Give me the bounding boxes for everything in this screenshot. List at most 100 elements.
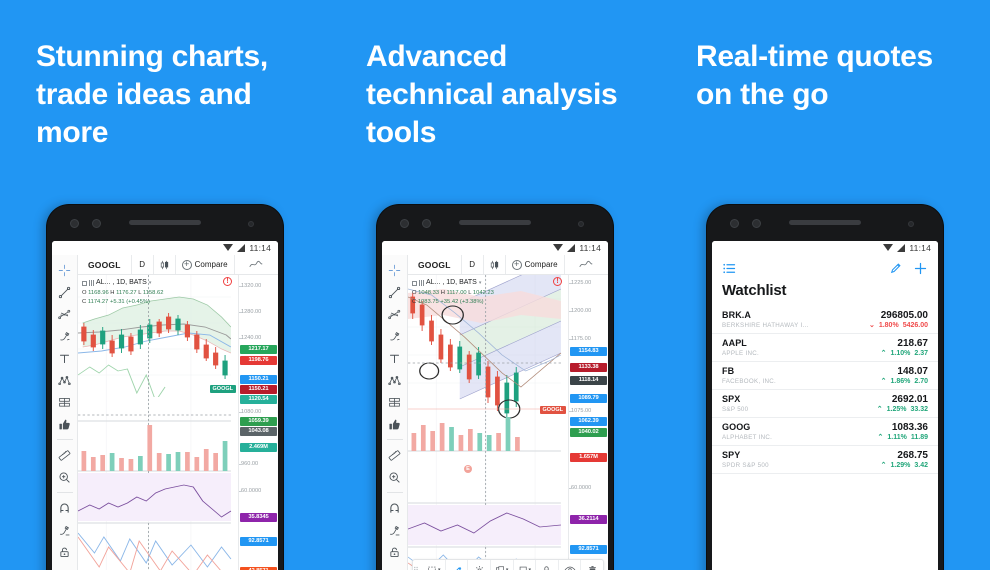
list-item[interactable]: AAPL 218.67 APPLE INC. ⌃ 1.10% 2.37: [712, 334, 938, 362]
arrow-down-icon: ⌄: [868, 322, 875, 329]
chart-canvas-1[interactable]: GOOGL D + Compare AL... , 1D, BATS ▾ O 1…: [78, 255, 278, 570]
magnet-icon[interactable]: [54, 498, 76, 518]
text-icon[interactable]: [54, 348, 76, 368]
watchlist-rows[interactable]: BRK.A 296805.00 BERKSHIRE HATHAWAY I... …: [712, 306, 938, 570]
list-item[interactable]: SPX 2692.01 S&P 500 ⌃ 1.25% 33.32: [712, 390, 938, 418]
chart-1-symbol-flag: GOOGL: [209, 385, 236, 393]
earnings-marker[interactable]: E: [464, 465, 472, 473]
brush-icon[interactable]: [384, 326, 406, 346]
ticker-symbol: BRK.A: [722, 310, 751, 320]
long-position-icon[interactable]: [384, 392, 406, 412]
change-percent: 1.11%: [887, 434, 907, 441]
crosshair-icon[interactable]: [54, 260, 76, 280]
change-indicator: ⌃ 1.25% 33.32: [877, 406, 928, 413]
symbol-button[interactable]: GOOGL: [78, 255, 132, 274]
pen-color-icon[interactable]: [446, 560, 469, 570]
change-absolute: 2.70: [914, 378, 928, 385]
chart-plot-1[interactable]: AL... , 1D, BATS ▾ O 1168.96 H 1176.27 L: [78, 275, 278, 570]
chart-plot-2[interactable]: AL... , 1D, BATS ▾ O 1048.33 H 1117.00 L: [408, 275, 608, 570]
status-bar-2: 11:14: [382, 241, 608, 255]
eraser-icon[interactable]: [54, 520, 76, 540]
pattern-icon[interactable]: [54, 370, 76, 390]
row-primary: FB 148.07: [722, 366, 928, 377]
zoom-icon[interactable]: [54, 467, 76, 487]
settings-gear-icon[interactable]: [468, 560, 491, 570]
visibility-icon[interactable]: [559, 560, 582, 570]
compare-button[interactable]: + Compare: [176, 255, 235, 274]
indicators-button[interactable]: [565, 255, 608, 274]
candlestick-icon[interactable]: [154, 255, 176, 274]
layers-icon[interactable]: ▾: [491, 560, 514, 570]
price-tag: 1217.17: [240, 345, 277, 354]
crosshair-icon[interactable]: [384, 260, 406, 280]
alert-circle-icon[interactable]: !: [553, 277, 562, 286]
list-item[interactable]: FB 148.07 FACEBOOK, INC. ⌃ 1.86% 2.70: [712, 362, 938, 390]
change-indicator: ⌃ 1.10% 2.37: [881, 350, 928, 357]
price-tag: 1120.54: [240, 395, 277, 404]
drawing-tool-rail-1[interactable]: [52, 255, 78, 570]
hide-icon[interactable]: [54, 564, 76, 570]
list-item[interactable]: SPY 268.75 SPDR S&P 500 ⌃ 1.29% 3.42: [712, 446, 938, 474]
phone-bezel-top: [382, 211, 608, 241]
text-icon[interactable]: [384, 348, 406, 368]
eraser-icon[interactable]: [384, 520, 406, 540]
brush-icon[interactable]: [54, 326, 76, 346]
fib-retracement-icon[interactable]: [54, 304, 76, 324]
magnet-icon[interactable]: [384, 498, 406, 518]
chart-2-symbol-flag: GOOGL: [539, 406, 566, 414]
interval-button[interactable]: D: [132, 255, 154, 274]
rail-divider: [56, 439, 73, 440]
list-item[interactable]: BRK.A 296805.00 BERKSHIRE HATHAWAY I... …: [712, 306, 938, 334]
lock-icon[interactable]: [536, 560, 559, 570]
trend-line-icon[interactable]: [54, 282, 76, 302]
drawing-options-toolbar[interactable]: ⠿ ▾ ▾ ▾: [412, 559, 604, 570]
change-percent: 1.80%: [878, 322, 899, 329]
ticker-price: 1083.36: [891, 422, 928, 433]
fib-retracement-icon[interactable]: [384, 304, 406, 324]
ruler-icon[interactable]: [54, 445, 76, 465]
clone-icon[interactable]: ▾: [514, 560, 537, 570]
alert-circle-icon[interactable]: !: [223, 277, 232, 286]
candlestick-icon[interactable]: [484, 255, 506, 274]
indicators-button[interactable]: [235, 255, 278, 274]
row-secondary: S&P 500 ⌃ 1.25% 33.32: [722, 406, 928, 413]
pencil-icon[interactable]: [889, 261, 903, 275]
zoom-icon[interactable]: [384, 467, 406, 487]
phone-mockup-3: 11:14 Watchlist BRK.A 296805.00 BERKSHIR…: [707, 205, 943, 570]
chart-app-1: GOOGL D + Compare AL... , 1D, BATS ▾ O 1…: [52, 255, 278, 570]
ticker-symbol: SPX: [722, 394, 741, 404]
ruler-icon[interactable]: [384, 445, 406, 465]
long-position-icon[interactable]: [54, 392, 76, 412]
symbol-button[interactable]: GOOGL: [408, 255, 462, 274]
status-bar-3: 11:14: [712, 241, 938, 255]
thumbs-up-icon[interactable]: [384, 414, 406, 434]
drag-handle-icon[interactable]: ⠿: [413, 566, 423, 570]
wifi-icon: [223, 244, 234, 251]
change-percent: 1.29%: [890, 462, 911, 469]
axis-tick: 1075.00: [568, 408, 592, 414]
list-menu-icon[interactable]: [722, 261, 737, 276]
trend-line-icon[interactable]: [384, 282, 406, 302]
status-time: 11:14: [909, 243, 931, 253]
panel-2-headline: Advanced technical analysis tools: [366, 40, 618, 149]
compare-button[interactable]: + Compare: [506, 255, 565, 274]
thumbs-up-icon[interactable]: [54, 414, 76, 434]
list-item[interactable]: GOOG 1083.36 ALPHABET INC. ⌃ 1.11% 11.89: [712, 418, 938, 446]
company-name: SPDR S&P 500: [722, 462, 769, 469]
interval-button[interactable]: D: [462, 255, 484, 274]
price-tag: 36.2114: [570, 515, 607, 524]
trash-icon[interactable]: [581, 560, 603, 570]
drawing-tool-rail-2[interactable]: [382, 255, 408, 570]
company-name: BERKSHIRE HATHAWAY I...: [722, 322, 809, 329]
chart-canvas-2[interactable]: GOOGL D + Compare AL... , 1D, BATS ▾ O 1…: [408, 255, 608, 570]
chart-1-price-axis[interactable]: 1320.00 1280.00 1240.00 1217.17 1198.76 …: [238, 275, 278, 570]
lock-icon[interactable]: [54, 542, 76, 562]
pattern-icon[interactable]: [384, 370, 406, 390]
chart-2-price-axis[interactable]: 1225.00 1200.00 1175.00 1154.83 1133.38 …: [568, 275, 608, 570]
expand-icon: [82, 280, 87, 286]
shape-select-icon[interactable]: ▾: [423, 560, 446, 570]
proximity-sensor-icon: [578, 221, 584, 227]
plus-icon[interactable]: [913, 261, 928, 276]
lock-icon[interactable]: [384, 542, 406, 562]
axis-tick: 1175.00: [569, 336, 591, 342]
